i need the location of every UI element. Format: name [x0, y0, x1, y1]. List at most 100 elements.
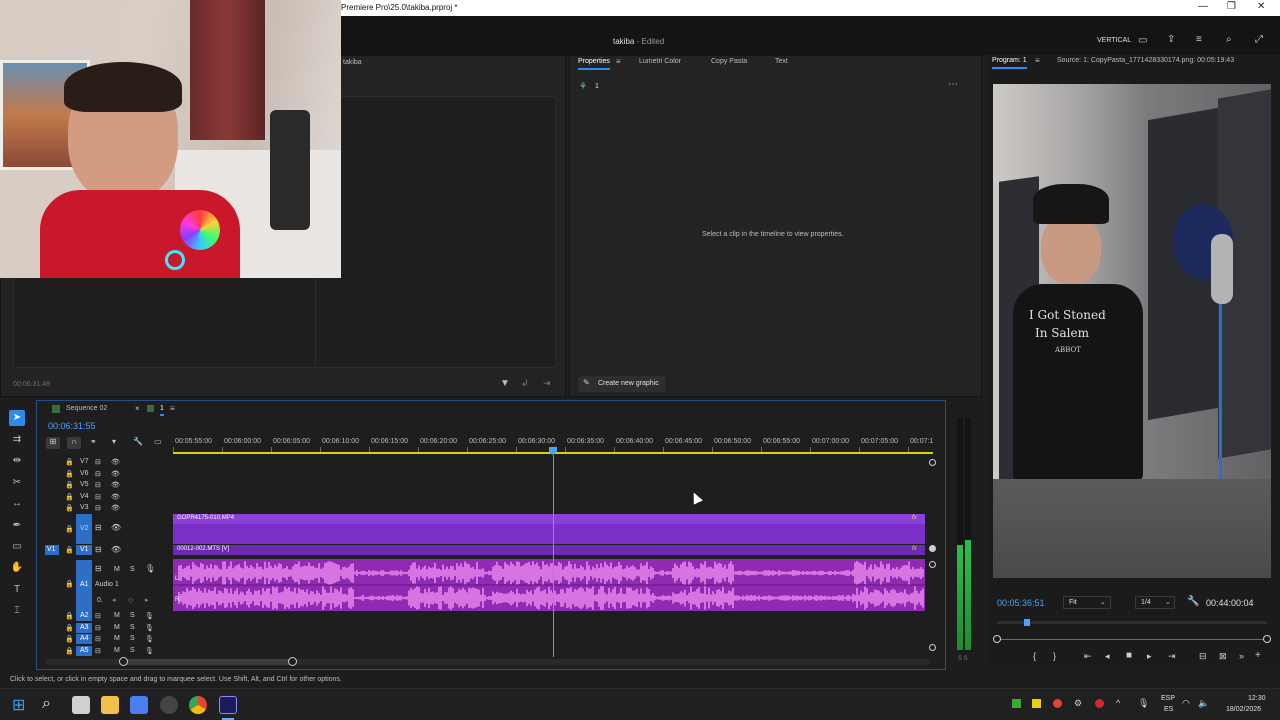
scrub-start-handle[interactable] — [993, 635, 1001, 643]
create-graphic-button[interactable]: ✎ Create new graphic — [578, 376, 666, 392]
speaker-icon[interactable]: 🔈 — [1198, 698, 1209, 709]
razor-tool-icon[interactable]: ✂ — [9, 475, 25, 491]
track-label-v2[interactable]: V2 — [80, 525, 89, 532]
keyboard-layout[interactable]: ES — [1164, 706, 1173, 713]
file-explorer-icon[interactable] — [101, 696, 119, 714]
program-current-timecode[interactable]: 00:05:36:51 — [997, 598, 1045, 608]
eye-icon[interactable]: 👁 — [111, 481, 120, 489]
eye-icon[interactable]: 👁 — [111, 470, 120, 478]
eye-icon[interactable]: 👁 — [111, 458, 120, 466]
voiceover-mic-icon[interactable]: 🎙 — [145, 624, 154, 632]
extract-icon[interactable]: ⊠ — [1219, 651, 1227, 662]
panel-menu-icon[interactable]: ≡ — [616, 57, 621, 66]
workspaces-icon[interactable]: ≡ — [1196, 34, 1202, 45]
caption-tool-icon[interactable]: ⌶ — [9, 603, 25, 619]
eye-icon[interactable]: 👁 — [111, 545, 121, 554]
tab-lumetri-color[interactable]: Lumetri Color — [639, 58, 681, 65]
zoom-select[interactable]: Fit ⌄ — [1063, 596, 1111, 609]
zoom-handle-left[interactable] — [119, 657, 128, 666]
scrollbar-thumb[interactable] — [123, 659, 293, 665]
ripple-edit-tool-icon[interactable]: ⇹ — [9, 453, 25, 469]
sync-icon[interactable]: ⊟ — [95, 564, 102, 573]
lock-icon[interactable]: 🔒 — [65, 493, 74, 501]
lock-icon[interactable]: 🔒 — [65, 470, 74, 478]
selection-tool-icon[interactable]: ➤ — [9, 410, 25, 426]
sync-icon[interactable]: ⊟ — [95, 635, 101, 643]
solo-button[interactable]: S — [130, 647, 135, 654]
track-label-v5[interactable]: V5 — [80, 481, 89, 488]
prev-keyframe-icon[interactable]: ◂ — [112, 596, 116, 604]
close-tab-icon[interactable]: × — [135, 404, 140, 413]
windows-start-icon[interactable]: ⊞ — [12, 695, 25, 715]
lift-icon[interactable]: ⊟ — [1199, 651, 1207, 662]
language-indicator[interactable]: ESP — [1161, 695, 1175, 702]
voiceover-mic-icon[interactable]: 🎙 — [145, 612, 154, 620]
track-label-a1[interactable]: A1 — [80, 581, 89, 588]
eye-icon[interactable]: 👁 — [111, 504, 120, 512]
program-scrub-bar[interactable] — [997, 639, 1267, 640]
tab-sequence-02[interactable]: Sequence 02 — [66, 405, 107, 412]
filter-icon[interactable]: ▼ — [500, 378, 510, 389]
app-icon[interactable] — [130, 696, 148, 714]
solo-button[interactable]: S — [130, 612, 135, 619]
next-keyframe-icon[interactable]: ▸ — [145, 596, 149, 604]
mute-button[interactable]: M — [114, 647, 120, 654]
track-select-tool-icon[interactable]: ⇉ — [9, 432, 25, 448]
step-forward-icon[interactable]: ▸ — [1147, 651, 1152, 662]
sync-icon[interactable]: ⊟ — [95, 624, 101, 632]
sync-icon[interactable]: ⊟ — [95, 523, 102, 532]
tray-chrome-icon[interactable] — [1053, 699, 1062, 708]
insert-icon[interactable]: ↲ — [521, 378, 529, 389]
add-marker-icon[interactable]: ▾ — [112, 437, 116, 446]
zoom-handle-right[interactable] — [288, 657, 297, 666]
tab-copy-pasta[interactable]: Copy Pasta — [711, 58, 747, 65]
sync-icon[interactable]: ⊟ — [95, 647, 101, 655]
sync-icon[interactable]: ⊟ — [95, 493, 101, 501]
track-label-v4[interactable]: V4 — [80, 493, 89, 500]
tray-app-icon[interactable] — [1032, 699, 1041, 708]
task-view-icon[interactable] — [72, 696, 90, 714]
eye-icon[interactable]: 👁 — [111, 523, 121, 532]
track-label-v3[interactable]: V3 — [80, 504, 89, 511]
clock-date[interactable]: 18/02/2026 — [1226, 706, 1261, 713]
go-to-out-icon[interactable]: ⇥ — [1168, 651, 1176, 662]
tab-sequence-1[interactable]: 1 — [160, 405, 164, 416]
sync-icon[interactable]: ⊟ — [95, 545, 102, 554]
eye-icon[interactable]: 👁 — [111, 493, 120, 501]
clock-time[interactable]: 12:30 — [1248, 695, 1266, 702]
lock-icon[interactable]: 🔒 — [65, 546, 74, 554]
project-tab[interactable]: takiba — [343, 59, 362, 66]
more-options-icon[interactable]: ⋯ — [948, 79, 958, 90]
video-clip-00012[interactable]: 00012-002.MTS [V] fx — [173, 545, 925, 555]
captions-icon[interactable]: ▭ — [154, 437, 162, 446]
mute-button[interactable]: M — [114, 612, 120, 619]
hand-tool-icon[interactable]: ✋ — [9, 560, 25, 576]
timeline-playhead-timecode[interactable]: 00:06:31:55 — [48, 421, 96, 431]
mute-button[interactable]: M — [114, 635, 120, 642]
solo-button[interactable]: S — [130, 566, 135, 573]
program-menu-icon[interactable]: ≡ — [1035, 56, 1040, 65]
voiceover-mic-icon[interactable]: 🎙 — [145, 647, 154, 655]
meter-solo-labels[interactable]: S S — [958, 656, 968, 662]
wrench-icon[interactable]: 🔧 — [1187, 596, 1199, 607]
more-controls-icon[interactable]: » — [1239, 651, 1244, 661]
audio-clip-a1[interactable]: L R — [173, 559, 925, 611]
track-label-v1[interactable]: V1 — [80, 546, 89, 553]
chrome-icon[interactable] — [189, 696, 207, 714]
sync-icon[interactable]: ⊟ — [95, 470, 101, 478]
tray-icon[interactable] — [1095, 699, 1104, 708]
layout-icon[interactable]: ▭ — [1138, 35, 1147, 46]
search-icon[interactable]: ⌕ — [1226, 34, 1232, 45]
microphone-icon[interactable]: 🎙 — [1138, 698, 1149, 709]
playhead-line[interactable] — [553, 455, 554, 657]
snap-icon[interactable]: ∩ — [67, 437, 81, 449]
vscroll-audio-handle[interactable] — [929, 561, 936, 568]
track-label-a3[interactable]: A3 — [80, 624, 89, 631]
lock-icon[interactable]: 🔒 — [65, 481, 74, 489]
program-mini-timeline[interactable] — [997, 621, 1267, 624]
track-label-a4[interactable]: A4 — [80, 635, 89, 642]
tab-program[interactable]: Program: 1 — [992, 57, 1027, 69]
vscroll-mid-handle[interactable] — [929, 545, 936, 552]
keyframe-icon[interactable]: ◇ — [128, 596, 133, 604]
stop-icon[interactable]: ■ — [1126, 650, 1132, 661]
